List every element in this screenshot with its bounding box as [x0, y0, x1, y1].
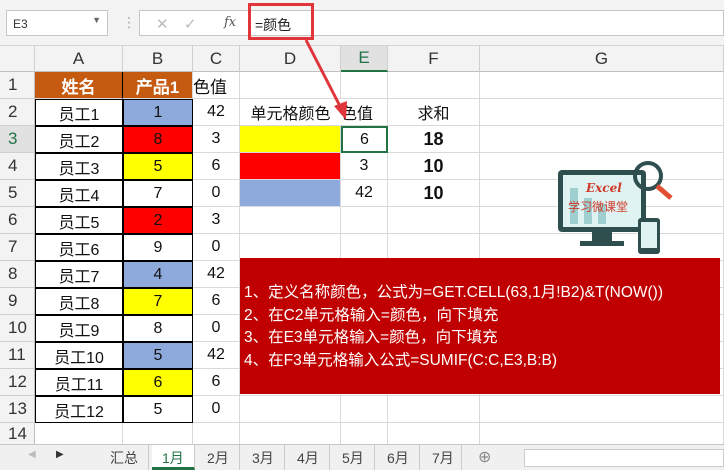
sheet-tab-7月[interactable]: 7月 [422, 445, 462, 470]
add-sheet-icon[interactable]: ⊕ [478, 447, 491, 467]
sheet-tab-4月[interactable]: 4月 [287, 445, 330, 470]
sheet-tab-2月[interactable]: 2月 [197, 445, 240, 470]
sheet-tab-1月[interactable]: 1月 [152, 445, 195, 470]
sheet-tab-3月[interactable]: 3月 [242, 445, 285, 470]
pointer-arrow [304, 39, 347, 120]
prev-sheet-icon[interactable]: ◀ [28, 449, 36, 460]
sheet-tab-5月[interactable]: 5月 [332, 445, 375, 470]
next-sheet-icon[interactable]: ▶ [56, 449, 64, 460]
horizontal-scrollbar[interactable] [524, 449, 724, 467]
sheet-tab-6月[interactable]: 6月 [377, 445, 420, 470]
sheet-tab-汇总[interactable]: 汇总 [100, 445, 149, 470]
sheet-tab-bar: ◀ ▶ ⊕ 汇总 1月 2月 3月 4月 5月 6月 7月 [0, 444, 724, 470]
